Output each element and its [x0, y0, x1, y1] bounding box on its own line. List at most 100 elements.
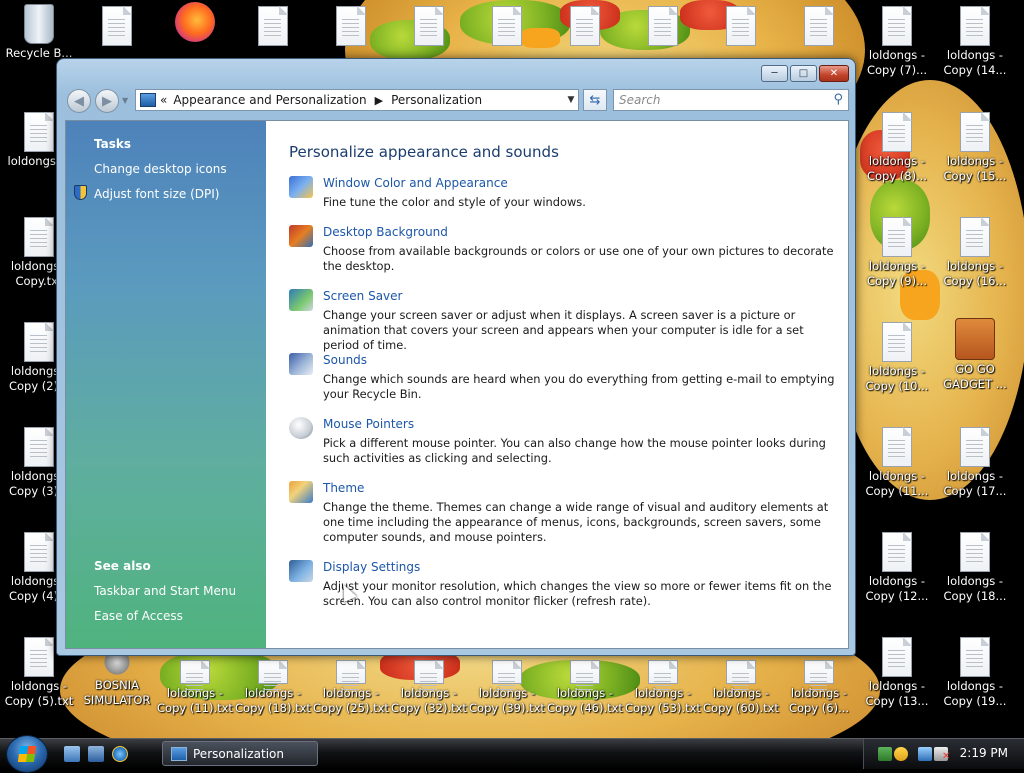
desktop-file[interactable] [390, 6, 468, 48]
desktop-file[interactable] [468, 6, 546, 48]
firefox-shortcut[interactable] [156, 2, 234, 44]
page-title: Personalize appearance and sounds [289, 143, 559, 161]
breadcrumb-separator-icon[interactable]: ▶ [375, 94, 383, 107]
desktop-file[interactable] [312, 6, 390, 48]
desktop-file[interactable] [78, 6, 156, 48]
text-file-icon [726, 660, 756, 691]
desktop-file[interactable]: loldongs - Copy (11).txt [156, 660, 234, 716]
text-file-icon [258, 660, 288, 691]
desktop-file[interactable]: loldongs - Copy (9)... [858, 217, 936, 289]
taskbar-personalization-button[interactable]: Personalization [162, 741, 318, 766]
forward-button[interactable]: ▶ [95, 89, 119, 113]
text-file-icon [492, 660, 522, 691]
desktop-file[interactable]: loldongs - Copy (32).txt [390, 660, 468, 716]
breadcrumb-appearance[interactable]: Appearance and Personalization [173, 93, 366, 107]
desktop-file[interactable]: loldongs - Copy (25).txt [312, 660, 390, 716]
mouse-pointers-link[interactable]: Mouse Pointers [323, 417, 414, 431]
desktop-file[interactable]: loldongs - Copy (11... [858, 427, 936, 499]
window-color-link[interactable]: Window Color and Appearance [323, 176, 508, 190]
screen-saver-link[interactable]: Screen Saver [323, 289, 402, 303]
windows-logo-icon [17, 746, 37, 762]
text-file-icon [960, 637, 990, 677]
minimize-button[interactable]: ─ [761, 65, 788, 82]
gadget-shortcut[interactable]: GO GO GADGET ... [936, 318, 1014, 392]
window-content: Tasks Change desktop icons Adjust font s… [65, 120, 849, 649]
address-bar[interactable]: « Appearance and Personalization ▶ Perso… [135, 89, 579, 111]
desktop-file[interactable] [234, 6, 312, 48]
desktop-file[interactable]: loldongs - Copy (46).txt [546, 660, 624, 716]
desktop-file[interactable]: loldongs - Copy (12... [858, 532, 936, 604]
desktop-file[interactable]: loldongs - Copy (10... [858, 322, 936, 394]
address-chevron[interactable]: « [160, 93, 167, 107]
start-button[interactable] [6, 735, 48, 773]
tray-app-icon[interactable] [878, 747, 892, 761]
desktop-file[interactable]: loldongs - Copy (7)... [858, 6, 936, 78]
navigation-bar: ◀ ▶ ▼ « Appearance and Personalization ▶… [65, 87, 849, 113]
desktop-file[interactable]: loldongs - Copy (13... [858, 637, 936, 709]
text-file-icon [882, 217, 912, 257]
text-file-icon [492, 6, 522, 46]
text-file-icon [258, 6, 288, 46]
display-settings-link[interactable]: Display Settings [323, 560, 420, 574]
desktop-file[interactable]: loldongs - Copy (8)... [858, 112, 936, 184]
tasks-heading: Tasks [94, 137, 132, 151]
search-icon[interactable]: ⚲ [833, 92, 843, 107]
personalization-window: ─ □ ✕ ◀ ▶ ▼ « Appearance and Personaliza… [56, 58, 856, 656]
desktop-file[interactable]: loldongs - Copy (39).txt [468, 660, 546, 716]
adjust-font-size-link[interactable]: Adjust font size (DPI) [94, 187, 219, 201]
theme-desc: Change the theme. Themes can change a wi… [323, 500, 829, 544]
desktop-file[interactable] [624, 6, 702, 48]
show-desktop-icon[interactable] [64, 746, 80, 762]
recent-pages-dropdown[interactable]: ▼ [122, 96, 128, 105]
mute-indicator-icon: ✕ [942, 751, 951, 762]
text-file-icon [102, 6, 132, 46]
desktop-file[interactable]: loldongs - Copy (17... [936, 427, 1014, 499]
maximize-button[interactable]: □ [790, 65, 817, 82]
text-file-icon [960, 217, 990, 257]
desktop-file[interactable] [780, 6, 858, 48]
desktop-file[interactable]: loldongs - Copy (18... [936, 532, 1014, 604]
window-color-desc: Fine tune the color and style of your wi… [323, 195, 586, 209]
text-file-icon [648, 6, 678, 46]
desktop-file[interactable]: loldongs - Copy (14... [936, 6, 1014, 78]
desktop-file[interactable] [702, 6, 780, 48]
main-pane: Personalize appearance and sounds Window… [266, 121, 848, 648]
desktop-background-link[interactable]: Desktop Background [323, 225, 448, 239]
desktop-file[interactable]: loldongs - Copy (6)... [780, 660, 858, 716]
taskbar-start-menu-link[interactable]: Taskbar and Start Menu [94, 584, 236, 598]
desktop-file[interactable]: loldongs - Copy (16... [936, 217, 1014, 289]
briefcase-icon [955, 318, 995, 360]
text-file-icon [804, 660, 834, 691]
desktop-file[interactable]: loldongs - Copy (15... [936, 112, 1014, 184]
ease-of-access-link[interactable]: Ease of Access [94, 609, 183, 623]
text-file-icon [180, 660, 210, 691]
switch-windows-icon[interactable] [88, 746, 104, 762]
address-dropdown-icon[interactable]: ▼ [564, 95, 578, 105]
desktop-file[interactable]: loldongs - Copy (19... [936, 637, 1014, 709]
text-file-icon [336, 660, 366, 691]
clock[interactable]: 2:19 PM [960, 746, 1008, 760]
bosnia-simulator-shortcut[interactable]: BOSNIA SIMULATOR [78, 648, 156, 708]
back-button[interactable]: ◀ [67, 89, 91, 113]
theme-link[interactable]: Theme [323, 481, 364, 495]
search-placeholder: Search [619, 93, 661, 107]
network-icon[interactable] [918, 747, 932, 761]
search-input[interactable]: Search ⚲ [613, 89, 849, 111]
change-desktop-icons-link[interactable]: Change desktop icons [94, 162, 227, 176]
desktop-background-desc: Choose from available backgrounds or col… [323, 244, 834, 273]
text-file-icon [24, 532, 54, 572]
desktop-file[interactable] [546, 6, 624, 48]
desktop-file[interactable]: loldongs - Copy (60).txt [702, 660, 780, 716]
control-panel-icon [140, 93, 156, 107]
close-button[interactable]: ✕ [819, 65, 849, 82]
breadcrumb-personalization[interactable]: Personalization [391, 93, 482, 107]
sounds-link[interactable]: Sounds [323, 353, 367, 367]
refresh-button[interactable]: ⇆ [583, 89, 607, 111]
security-shield-icon[interactable] [894, 747, 908, 761]
desktop-file[interactable]: loldongs - Copy (18).txt [234, 660, 312, 716]
desktop-file[interactable]: loldongs - Copy (53).txt [624, 660, 702, 716]
text-file-icon [882, 427, 912, 467]
recycle-bin[interactable]: Recycle B... [0, 4, 78, 61]
back-arrow-icon: ◀ [74, 93, 84, 109]
internet-explorer-icon[interactable] [112, 746, 128, 762]
